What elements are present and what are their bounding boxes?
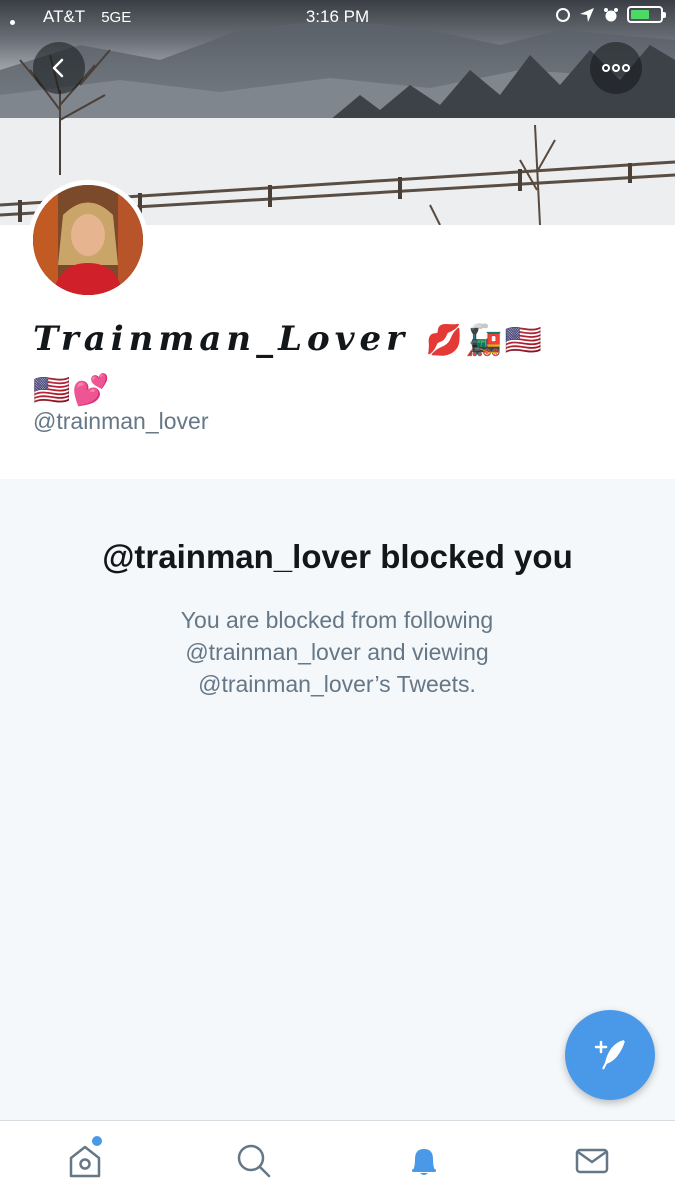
tab-messages[interactable]	[570, 1139, 614, 1183]
moon-icon	[556, 7, 570, 22]
display-name-emojis: 💋🚂🇺🇸	[425, 323, 544, 358]
profile-handle: @trainman_lover	[33, 408, 209, 434]
compose-tweet-icon	[594, 1040, 625, 1070]
display-name-text: Trainman_Lover	[33, 319, 410, 359]
search-icon	[237, 1144, 271, 1178]
battery-icon	[627, 6, 666, 23]
blocked-description: You are blocked from following @trainman…	[180, 607, 494, 697]
envelope-icon	[575, 1148, 609, 1174]
more-button[interactable]	[590, 42, 642, 94]
avatar-image	[33, 185, 143, 295]
tab-search[interactable]	[232, 1139, 276, 1183]
compose-tweet-button[interactable]	[565, 1010, 655, 1100]
more-icon	[602, 64, 630, 72]
home-notification-dot	[92, 1136, 102, 1146]
location-icon	[580, 7, 594, 22]
display-name: Trainman_Lover 💋🚂🇺🇸 🇺🇸💕	[33, 315, 633, 415]
home-icon	[69, 1145, 101, 1178]
back-icon	[52, 58, 64, 78]
blocked-title: @trainman_lover blocked you	[102, 538, 573, 575]
bottom-tab-bar	[0, 1120, 675, 1201]
back-button[interactable]	[33, 42, 85, 94]
display-name-emojis-2: 🇺🇸💕	[33, 373, 112, 408]
tab-notifications[interactable]	[402, 1139, 446, 1183]
status-right	[555, 6, 666, 23]
avatar[interactable]	[28, 180, 148, 300]
alarm-icon	[604, 7, 618, 21]
tab-home[interactable]	[63, 1139, 107, 1183]
status-bar: AT&T 5GE 3:16 PM	[0, 0, 675, 34]
bell-icon	[412, 1149, 436, 1175]
